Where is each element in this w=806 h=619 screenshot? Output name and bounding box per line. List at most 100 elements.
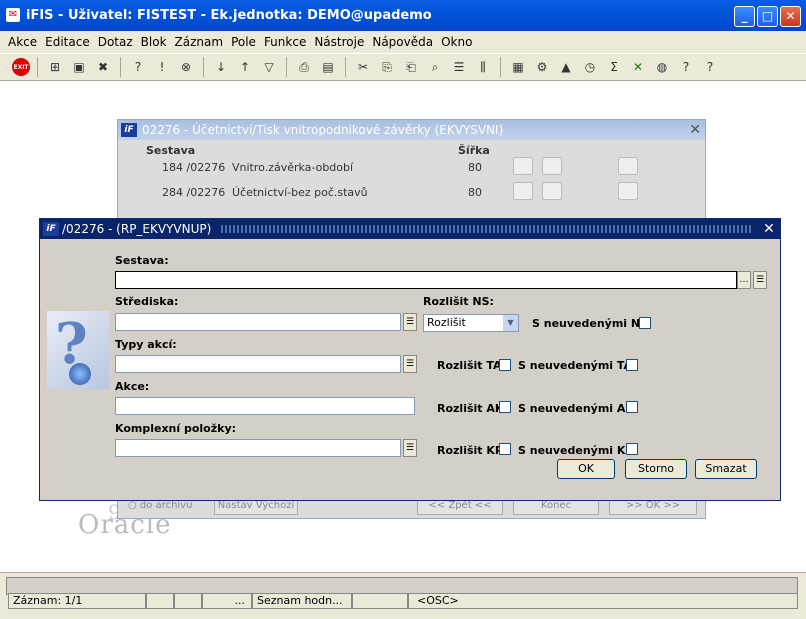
parameters-dialog: iF /02276 - (RP_EKVYVNUP) ✕ ? Sestava: ……	[39, 218, 781, 501]
typy-akci-label: Typy akcí:	[115, 338, 177, 351]
print-icon[interactable]	[542, 182, 562, 200]
print-icon[interactable]: ⎙	[294, 57, 314, 77]
s-neuvedenymi-ns-checkbox[interactable]	[639, 317, 651, 329]
typy-akci-list-icon[interactable]: ☰	[403, 355, 417, 373]
excel-icon[interactable]: ✕	[628, 57, 648, 77]
row-width: 80	[468, 161, 482, 174]
globe-icon[interactable]: ◍	[652, 57, 672, 77]
s-neuvedenymi-kp-checkbox[interactable]	[626, 443, 638, 455]
toolbar-separator	[286, 57, 287, 77]
menu-pole[interactable]: Pole	[227, 35, 260, 49]
column-header-sestava: Sestava	[146, 144, 196, 157]
strediska-input[interactable]	[115, 313, 401, 331]
status-cell	[146, 593, 174, 609]
chevron-down-icon[interactable]: ▼	[503, 315, 518, 331]
close-icon[interactable]: ✕	[689, 122, 701, 138]
edit-icon[interactable]	[618, 182, 638, 200]
minimize-button[interactable]: _	[734, 6, 755, 27]
row-number: 184 /02276	[162, 161, 226, 174]
menu-akce[interactable]: Akce	[4, 35, 41, 49]
rozlisit-kp-checkbox[interactable]	[499, 443, 511, 455]
s-neuvedenymi-ta-label: S neuvedenými TA	[518, 359, 633, 372]
find-icon[interactable]: ⌕	[425, 57, 445, 77]
komplexni-polozky-label: Komplexní položky:	[115, 422, 237, 435]
status-bar: Záznam: 1/1 ... Seznam hodn... <OSC>	[0, 572, 806, 619]
komplexni-polozky-list-icon[interactable]: ☰	[403, 439, 417, 457]
s-neuvedenymi-ta-checkbox[interactable]	[626, 359, 638, 371]
list-icon[interactable]: ☰	[449, 57, 469, 77]
row-name: Účetnictví-bez poč.stavů	[232, 186, 368, 199]
sestava-input[interactable]	[115, 271, 737, 289]
komplexni-polozky-input[interactable]	[115, 439, 401, 457]
close-button[interactable]: ✕	[780, 6, 801, 27]
strediska-list-icon[interactable]: ☰	[403, 313, 417, 331]
toolbar: EXIT ⊞ ▣ ✖ ? ! ⊗ ↓ ↑ ▽ ⎙ ▤ ✂ ⎘ ⎗ ⌕ ☰ ⫼ ▦…	[0, 53, 806, 81]
settings-icon[interactable]: ⚙	[532, 57, 552, 77]
print-preview-icon[interactable]: ▤	[318, 57, 338, 77]
cut-icon[interactable]: ✂	[353, 57, 373, 77]
s-neuvedenymi-ak-checkbox[interactable]	[626, 401, 638, 413]
sestava-label: Sestava:	[115, 254, 169, 267]
rozlisit-ta-label: Rozlišit TA	[437, 359, 502, 372]
ifis-icon: iF	[43, 222, 59, 236]
cancel-query-icon[interactable]: ⊗	[176, 57, 196, 77]
smazat-button[interactable]: Smazat	[695, 459, 757, 479]
table-row[interactable]: 284 /02276 Účetnictví-bez poč.stavů 80	[118, 183, 705, 203]
archive-label: do archivu	[139, 500, 193, 511]
maximize-button[interactable]: □	[757, 6, 778, 27]
execute-query-icon[interactable]: !	[152, 57, 172, 77]
menu-editace[interactable]: Editace	[41, 35, 94, 49]
archive-radio[interactable]: ○ do archivu	[128, 500, 192, 511]
paste-icon[interactable]: ⎗	[401, 57, 421, 77]
storno-button[interactable]: Storno	[625, 459, 687, 479]
filter-icon[interactable]: ▽	[259, 57, 279, 77]
clock-icon[interactable]: ◷	[580, 57, 600, 77]
txt-icon[interactable]	[513, 182, 533, 200]
akce-input[interactable]	[115, 397, 415, 415]
status-cell	[174, 593, 202, 609]
window-title: iFIS - Uživatel: FISTEST - Ek.jednotka: …	[26, 8, 432, 23]
row-name: Vnitro.závěrka-období	[232, 161, 354, 174]
sum-icon[interactable]: Σ	[604, 57, 624, 77]
rozlisit-ak-checkbox[interactable]	[499, 401, 511, 413]
menu-nastroje[interactable]: Nástroje	[310, 35, 368, 49]
table-row[interactable]: 184 /02276 Vnitro.závěrka-období 80	[118, 158, 705, 178]
copy-icon[interactable]: ⎘	[377, 57, 397, 77]
txt-icon[interactable]	[513, 157, 533, 175]
columns-icon[interactable]: ⫼	[473, 57, 493, 77]
ellipsis-button[interactable]: …	[737, 271, 751, 289]
enter-query-icon[interactable]: ?	[128, 57, 148, 77]
save-icon[interactable]: ▣	[69, 57, 89, 77]
print-icon[interactable]	[542, 157, 562, 175]
globe-icon	[69, 363, 91, 385]
s-neuvedenymi-kp-label: S neuvedenými KP	[518, 444, 634, 457]
delete-record-icon[interactable]: ✖	[93, 57, 113, 77]
insert-record-icon[interactable]: ⊞	[45, 57, 65, 77]
typy-akci-input[interactable]	[115, 355, 401, 373]
calculator-icon[interactable]: ▦	[508, 57, 528, 77]
ifis-icon: iF	[121, 123, 137, 137]
rozlisit-ta-checkbox[interactable]	[499, 359, 511, 371]
exit-icon[interactable]: EXIT	[12, 58, 30, 76]
menu-okno[interactable]: Okno	[437, 35, 476, 49]
sort-desc-icon[interactable]: ↑	[235, 57, 255, 77]
sort-asc-icon[interactable]: ↓	[211, 57, 231, 77]
menu-funkce[interactable]: Funkce	[260, 35, 310, 49]
status-record: Záznam: 1/1	[8, 593, 146, 609]
help-icon[interactable]: ?	[700, 57, 720, 77]
list-icon[interactable]: ☰	[753, 271, 767, 289]
toolbar-separator	[345, 57, 346, 77]
status-osc: <OSC>	[408, 593, 798, 609]
menu-zaznam[interactable]: Záznam	[171, 35, 228, 49]
rozlisit-kp-label: Rozlišit KP	[437, 444, 503, 457]
menu-dotaz[interactable]: Dotaz	[94, 35, 137, 49]
rozlisit-ns-select[interactable]: Rozlišit ▼	[423, 314, 519, 332]
help-context-icon[interactable]: ?	[676, 57, 696, 77]
ok-button[interactable]: OK	[557, 459, 615, 479]
menu-blok[interactable]: Blok	[137, 35, 171, 49]
edit-icon[interactable]	[618, 157, 638, 175]
menu-napoveda[interactable]: Nápověda	[368, 35, 437, 49]
triangle-icon[interactable]: ▲	[556, 57, 576, 77]
row-width: 80	[468, 186, 482, 199]
close-icon[interactable]: ✕	[762, 221, 776, 237]
